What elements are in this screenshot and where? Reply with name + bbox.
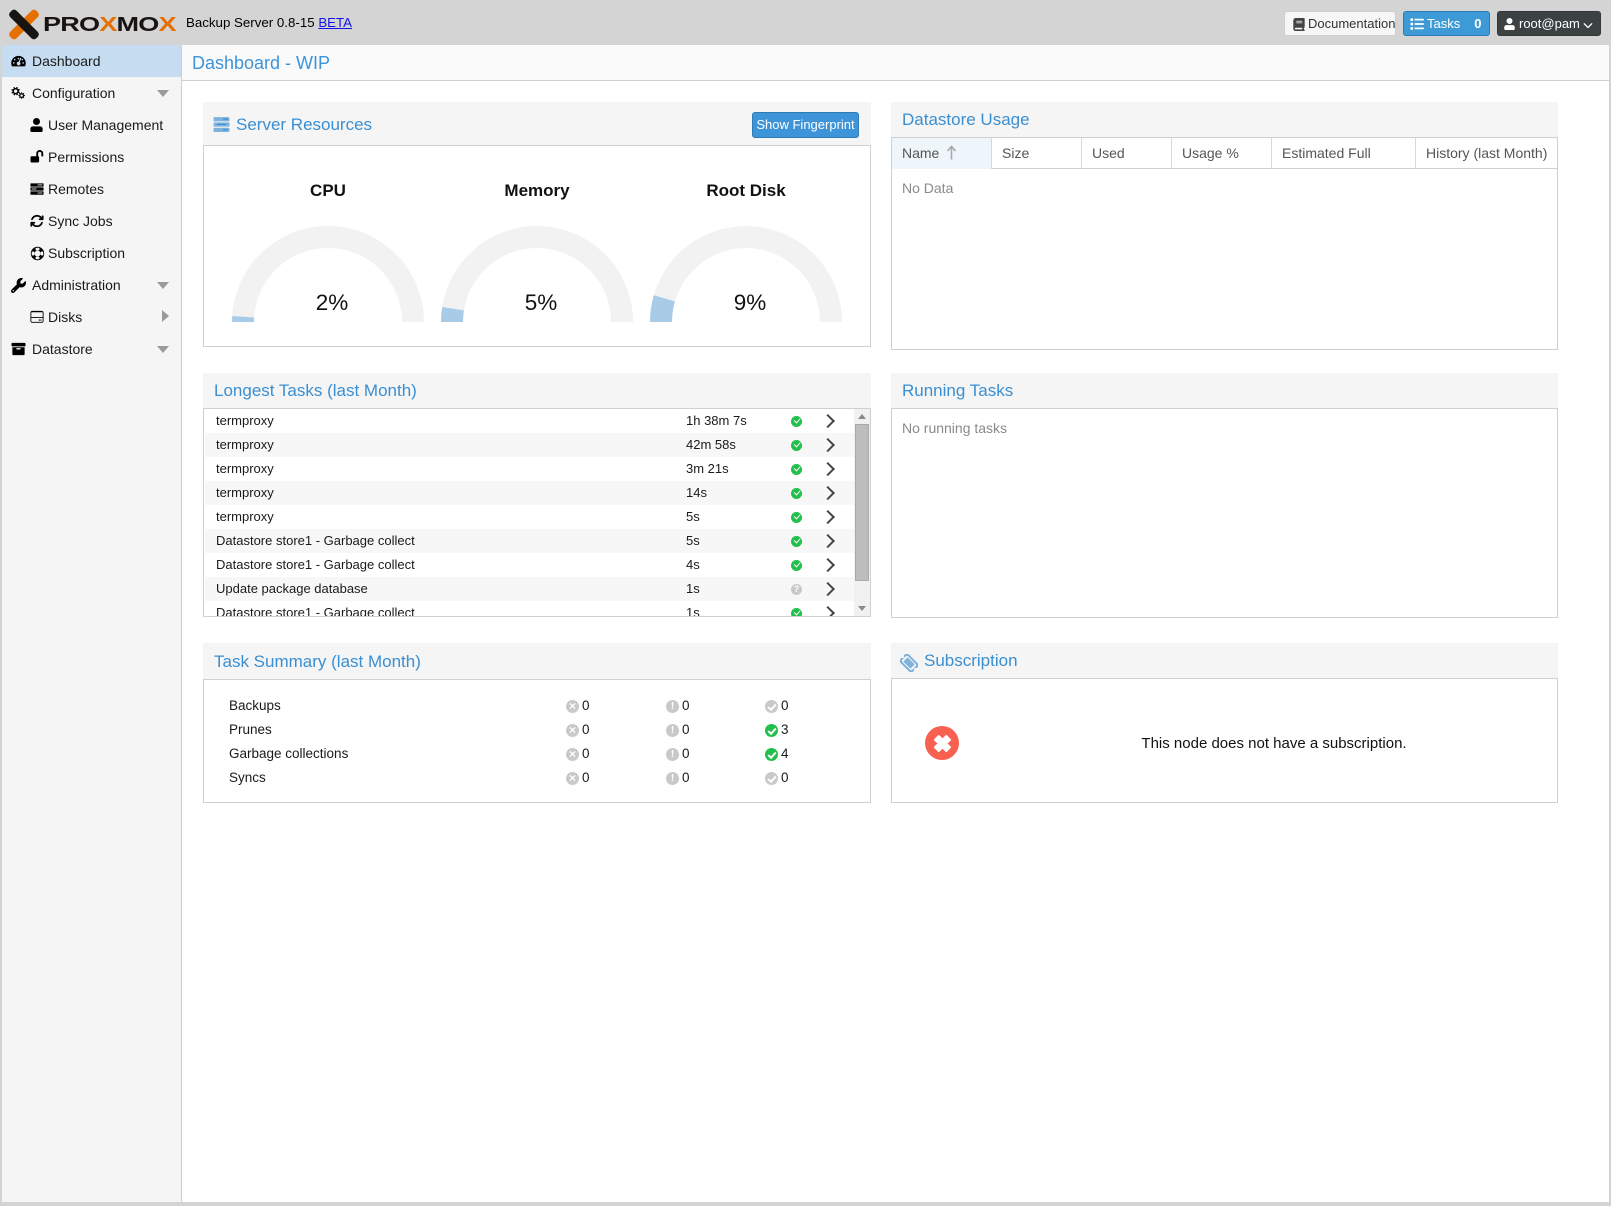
svg-text:PROXMOX: PROXMOX: [43, 13, 177, 36]
